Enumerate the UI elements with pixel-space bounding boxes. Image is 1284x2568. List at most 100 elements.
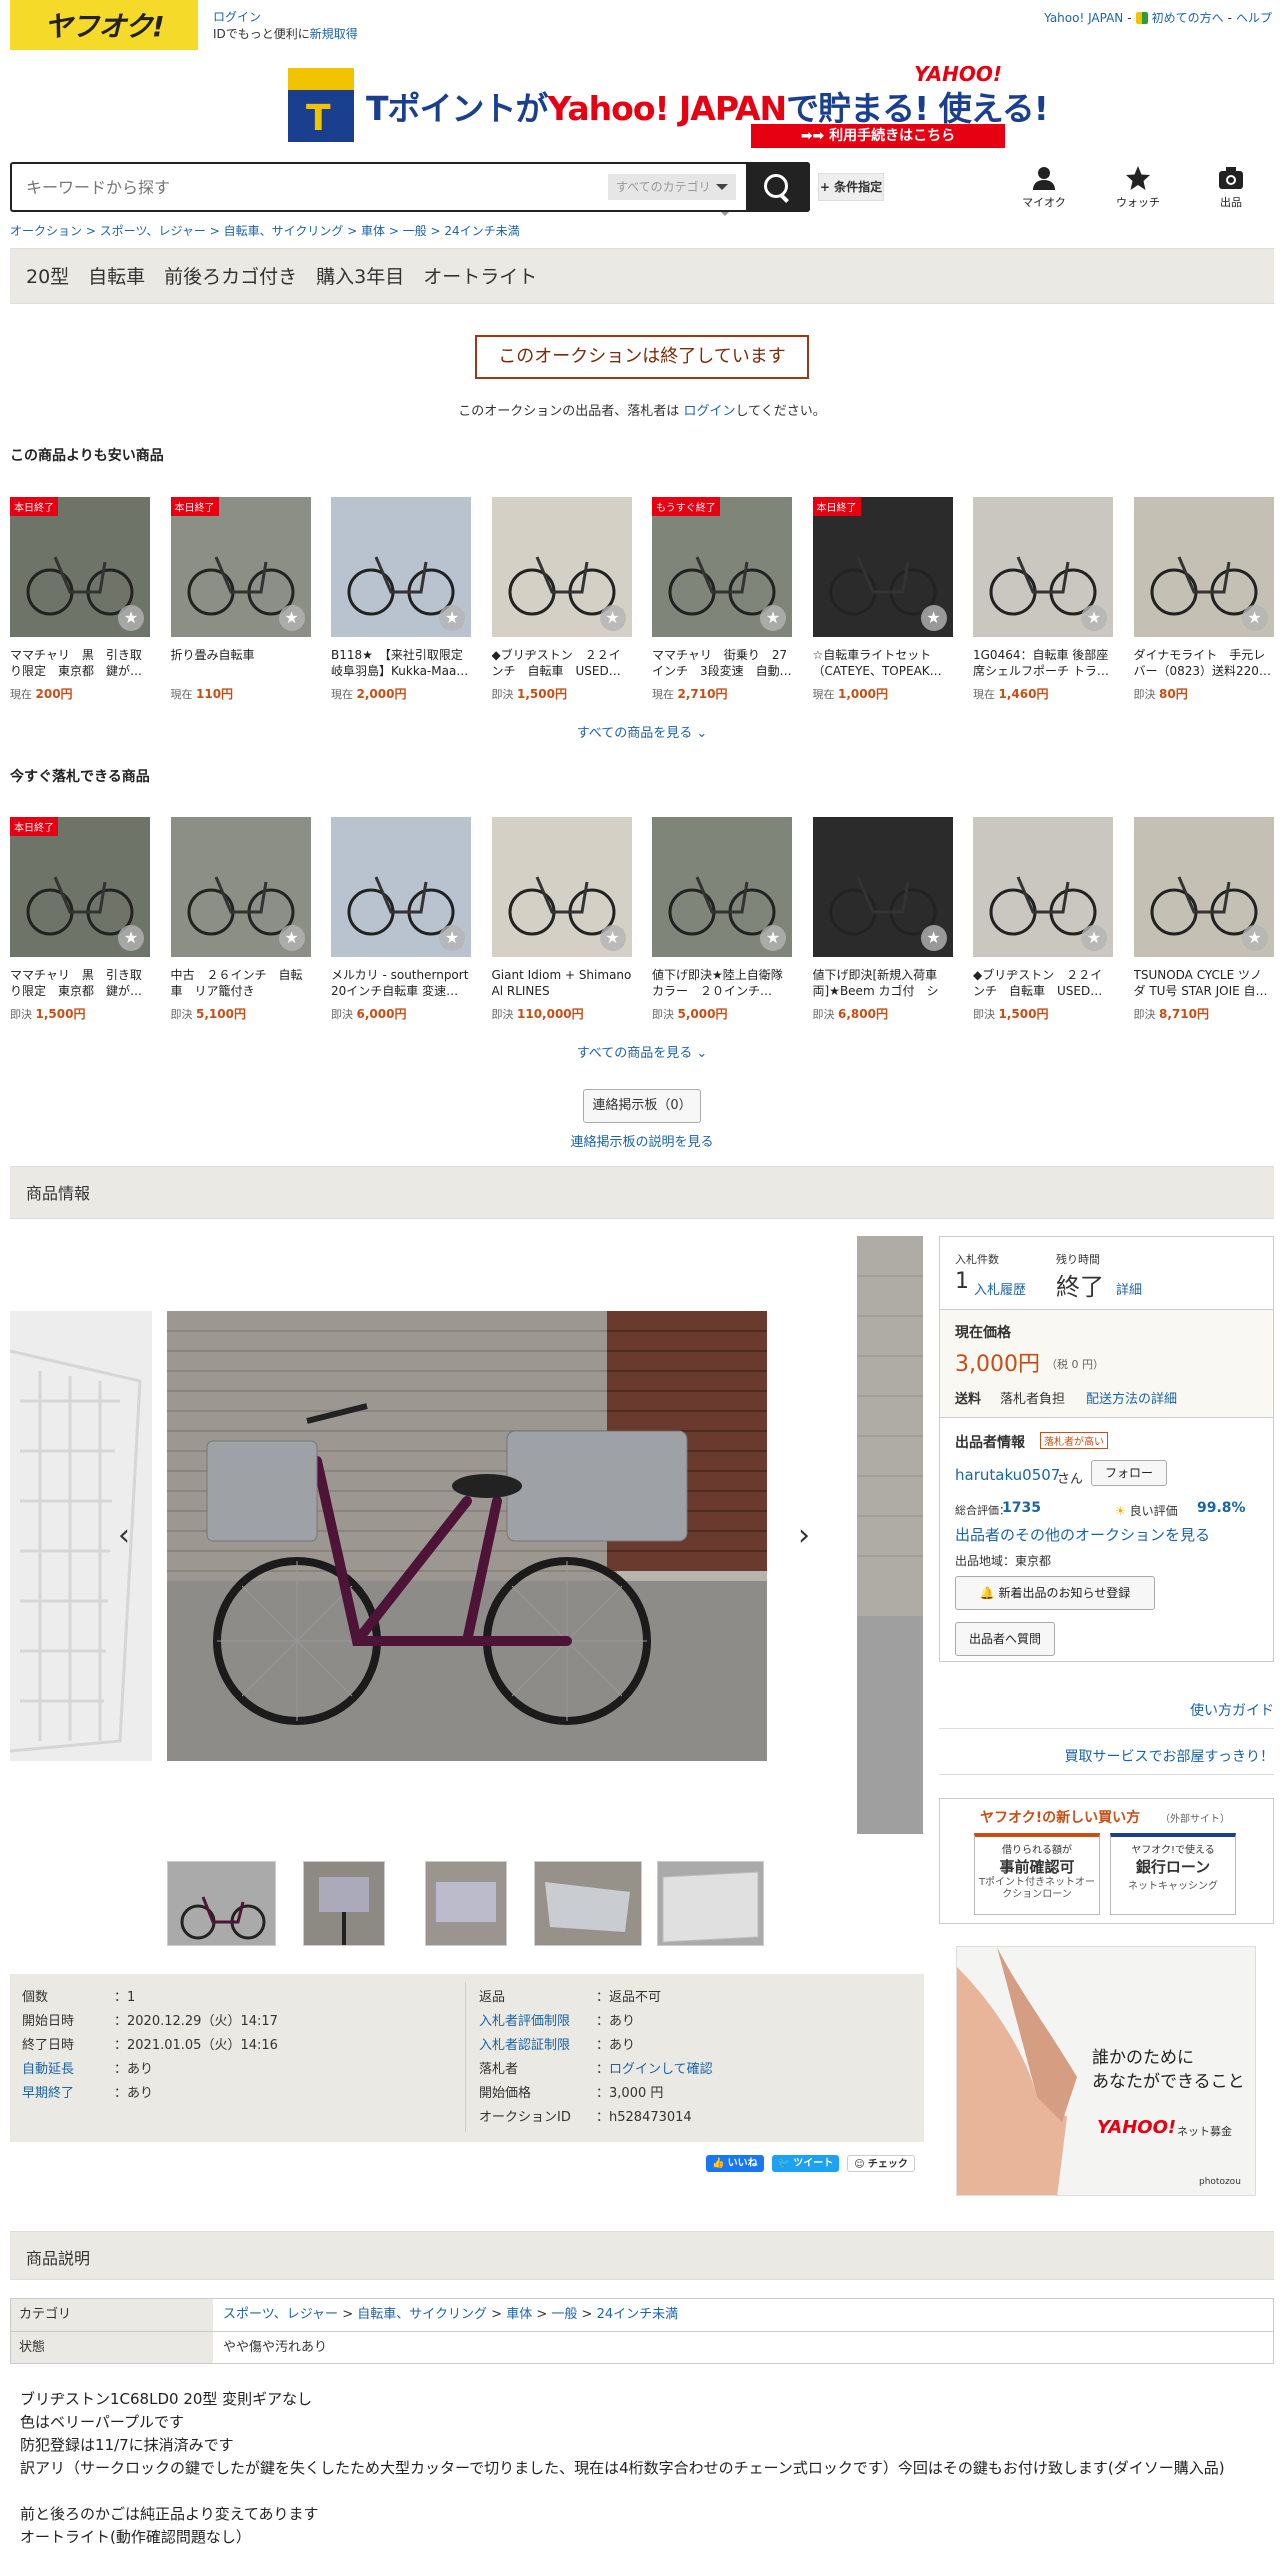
- product-card[interactable]: ★ 値下げ即決[新規入荷車両]★Beem カゴ付 シマ… 即決 6,800円: [812, 817, 953, 1022]
- donation-ad[interactable]: 誰かのために あなたができること YAHOO! ネット募金 photozou: [956, 1946, 1256, 2196]
- watch-star-icon[interactable]: ★: [599, 925, 626, 951]
- search-input[interactable]: [26, 174, 596, 200]
- watch-star-icon[interactable]: ★: [118, 605, 144, 631]
- prev-arrow-icon[interactable]: ‹: [104, 1516, 144, 1556]
- watch-star-icon[interactable]: ★: [439, 605, 465, 631]
- product-image[interactable]: ★: [973, 817, 1113, 957]
- product-card[interactable]: 本日終了 ★ 折り畳み自転車 現在 110円: [170, 497, 311, 702]
- category-link[interactable]: 24インチ未満: [597, 2307, 679, 2322]
- detail-key[interactable]: 自動延長: [22, 2058, 74, 2077]
- next-arrow-icon[interactable]: ›: [784, 1516, 824, 1556]
- remaining-detail-link[interactable]: 詳細: [1116, 1279, 1142, 1298]
- product-image[interactable]: 本日終了 ★: [170, 497, 311, 637]
- product-title[interactable]: ママチャリ 街乗り 27インチ 3段変速 自動…: [652, 647, 792, 679]
- product-image[interactable]: ★: [491, 817, 632, 957]
- product-image[interactable]: ★: [331, 817, 471, 957]
- like-button[interactable]: 👍 いいね: [706, 2155, 764, 2172]
- product-card[interactable]: ★ ◆ブリヂストン ２２インチ 自転車 USED… 即決 1,500円: [973, 817, 1113, 1022]
- product-title[interactable]: ◆ブリヂストン ２２インチ 自転車 USED…: [973, 967, 1113, 999]
- product-card[interactable]: ★ ダイナモライト 手元レバー（0823）送料220… 即決 80円: [1133, 497, 1274, 702]
- nav-myauc[interactable]: マイオク: [1014, 165, 1074, 210]
- follow-button[interactable]: フォロー: [1091, 1460, 1167, 1486]
- product-card[interactable]: ★ 中古 ２６インチ 自転車 リア籠付き 即決 5,100円: [170, 817, 311, 1022]
- product-card[interactable]: ★ ◆ブリヂストン ２２インチ 自転車 USED… 即決 1,500円: [491, 497, 632, 702]
- seller-name-link[interactable]: harutaku0507: [955, 1466, 1060, 1484]
- detail-key[interactable]: 入札者評価制限: [479, 2010, 570, 2029]
- product-title[interactable]: ママチャリ 黒 引き取り限定 東京都 鍵が…: [10, 647, 150, 679]
- product-title[interactable]: ☆自転車ライトセット（CATEYE、TOPEAK…: [813, 647, 953, 679]
- product-title[interactable]: TSUNODA CYCLE ツノダ TU号 STAR JOIE 自…: [1134, 967, 1274, 999]
- signup-link[interactable]: 新規取得: [310, 27, 358, 41]
- shipping-detail-link[interactable]: 配送方法の詳細: [1086, 1388, 1177, 1407]
- product-card[interactable]: ★ 1G0464：自転車 後部座席シェルフポーチ トラ… 現在 1,460円: [973, 497, 1113, 702]
- thumbnail-5[interactable]: [657, 1861, 764, 1946]
- rating-link[interactable]: 1735: [1002, 1500, 1041, 1516]
- bbs-help-link[interactable]: 連絡掲示板の説明を見る: [0, 1131, 1284, 1150]
- loan-card-1[interactable]: 借りられる額が 事前確認可 Tポイント付きネットオークションローン: [974, 1833, 1100, 1915]
- product-image[interactable]: ★: [973, 497, 1113, 637]
- product-title[interactable]: 1G0464：自転車 後部座席シェルフポーチ トラ…: [973, 647, 1113, 679]
- ask-seller-button[interactable]: 出品者へ質問: [955, 1622, 1055, 1656]
- bid-history-link[interactable]: 入札履歴: [974, 1279, 1026, 1298]
- product-card[interactable]: 本日終了 ★ ママチャリ 黒 引き取り限定 東京都 鍵が… 現在 200円: [10, 497, 150, 702]
- beginner-link[interactable]: 初めての方へ: [1152, 9, 1224, 26]
- product-card[interactable]: ★ Giant Idiom + Shimano Al RLINES 即決 110,0…: [491, 817, 632, 1022]
- product-card[interactable]: 本日終了 ★ ママチャリ 黒 引き取り限定 東京都 鍵が… 即決 1,500円: [10, 817, 150, 1022]
- product-card[interactable]: ★ 値下げ即決★陸上自衛隊カラー ２０インチ… 即決 5,000円: [652, 817, 792, 1022]
- thumbnail-4[interactable]: [534, 1861, 642, 1946]
- product-title[interactable]: 値下げ即決★陸上自衛隊カラー ２０インチ…: [652, 967, 792, 999]
- product-image[interactable]: ★: [1133, 497, 1274, 637]
- product-image[interactable]: 本日終了 ★: [10, 497, 150, 637]
- product-image[interactable]: もうすぐ終了 ★: [652, 497, 792, 637]
- next-image-preview[interactable]: [857, 1236, 923, 1834]
- watch-star-icon[interactable]: ★: [599, 605, 626, 631]
- banner-cta-button[interactable]: ➡➡ 利用手続きはこちら: [751, 124, 1005, 148]
- nav-sell[interactable]: 出品: [1201, 165, 1261, 210]
- product-image[interactable]: 本日終了 ★: [812, 497, 953, 637]
- tweet-button[interactable]: 🐦 ツイート: [771, 2155, 840, 2172]
- watch-star-icon[interactable]: ★: [920, 925, 947, 951]
- product-image[interactable]: ★: [331, 497, 471, 637]
- detail-value-text[interactable]: ログインして確認: [609, 2062, 713, 2077]
- watch-star-icon[interactable]: ★: [920, 605, 947, 631]
- tpoint-banner[interactable]: T TポイントがYahoo! JAPANで貯まる! 使える! YAHOO! ➡➡…: [288, 62, 1049, 151]
- category-link[interactable]: 一般: [551, 2307, 577, 2322]
- product-image[interactable]: ★: [170, 817, 311, 957]
- detail-key[interactable]: 入札者認証制限: [479, 2034, 570, 2053]
- detail-key[interactable]: 早期終了: [22, 2082, 74, 2101]
- other-auctions-link[interactable]: 出品者のその他のオークションを見る: [955, 1524, 1210, 1545]
- thumbnail-3[interactable]: [425, 1861, 507, 1946]
- kaitori-link[interactable]: 買取サービスでお部屋すっきり！: [1065, 1746, 1274, 1766]
- breadcrumb[interactable]: オークション > スポーツ、レジャー > 自転車、サイクリング > 車体 > 一…: [10, 222, 520, 239]
- watch-star-icon[interactable]: ★: [278, 925, 305, 951]
- product-image[interactable]: ★: [652, 817, 792, 957]
- check-button[interactable]: ☺ チェック: [847, 2155, 915, 2172]
- bbs-button[interactable]: 連絡掲示板（0）: [583, 1089, 701, 1123]
- thumbnail-1[interactable]: [167, 1861, 276, 1946]
- thumbnail-2[interactable]: [303, 1861, 385, 1946]
- help-link[interactable]: ヘルプ: [1236, 9, 1272, 26]
- category-link[interactable]: 自転車、サイクリング: [357, 2307, 487, 2322]
- watch-star-icon[interactable]: ★: [760, 925, 786, 951]
- nav-watch[interactable]: ウォッチ: [1108, 165, 1168, 210]
- condition-button[interactable]: + 条件指定: [818, 173, 884, 201]
- category-link[interactable]: スポーツ、レジャー: [223, 2307, 338, 2322]
- watch-star-icon[interactable]: ★: [1081, 605, 1107, 631]
- product-image[interactable]: ★: [1133, 817, 1274, 957]
- guide-link[interactable]: 使い方ガイド: [1190, 1700, 1274, 1720]
- category-select[interactable]: すべてのカテゴリ: [608, 174, 736, 200]
- product-card[interactable]: 本日終了 ★ ☆自転車ライトセット（CATEYE、TOPEAK… 現在 1,000円: [812, 497, 953, 702]
- product-title[interactable]: Giant Idiom + Shimano Al RLINES: [492, 967, 632, 999]
- notify-button[interactable]: 🔔 新着出品のお知らせ登録: [955, 1576, 1155, 1610]
- product-title[interactable]: 折り畳み自転車: [171, 647, 311, 679]
- product-title[interactable]: ◆ブリヂストン ２２インチ 自転車 USED…: [492, 647, 632, 679]
- product-title[interactable]: B118★ 【来社引取限定 岐阜羽島】Kukka-Maa…: [331, 647, 471, 679]
- watch-star-icon[interactable]: ★: [760, 605, 786, 631]
- product-title[interactable]: 値下げ即決[新規入荷車両]★Beem カゴ付 シマ…: [813, 967, 953, 999]
- yahoo-japan-link[interactable]: Yahoo! JAPAN: [1044, 11, 1123, 25]
- product-image[interactable]: 本日終了 ★: [10, 817, 150, 957]
- cheaper-more-link[interactable]: すべての商品を見る ⌄: [0, 722, 1284, 741]
- buynow-more-link[interactable]: すべての商品を見る ⌄: [0, 1042, 1284, 1061]
- product-image[interactable]: ★: [812, 817, 953, 957]
- watch-star-icon[interactable]: ★: [1241, 605, 1268, 631]
